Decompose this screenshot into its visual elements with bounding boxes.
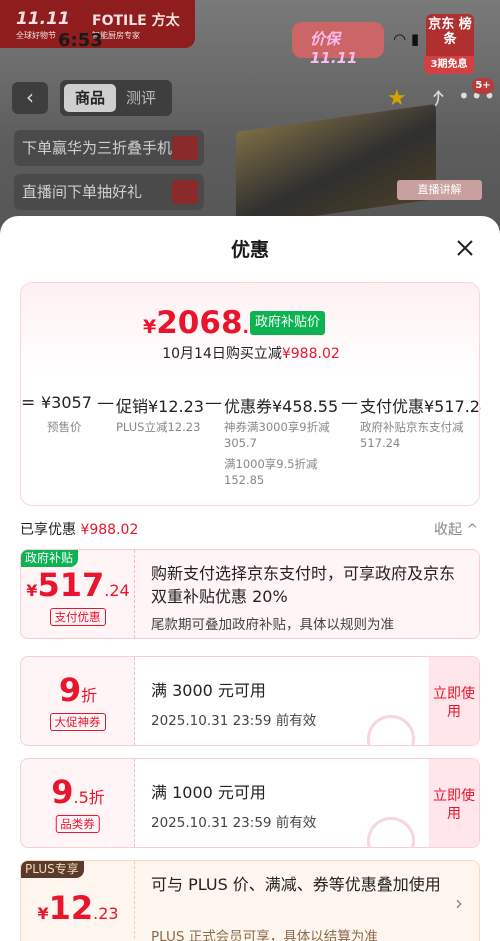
coupon-card-category[interactable]: 9.5折 品类券 满 1000 元可用 2025.10.31 23:59 前有效… — [20, 758, 480, 848]
coupon-detail-panel: 可与 PLUS 价、满减、券等优惠叠加使用 PLUS 正式会员可享，具体以结算为… — [135, 861, 479, 941]
coupon-desc: PLUS 正式会员可享，具体以结算为准 — [151, 929, 378, 941]
coupon-sub-1b: 305.7 — [224, 436, 257, 450]
promo-text: 直播间下单抽好礼 — [22, 183, 143, 201]
coupon-title: 可与 PLUS 价、满减、券等优惠叠加使用 — [151, 875, 441, 894]
coupon-card-mega-promo[interactable]: 9折 大促神券 满 3000 元可用 2025.10.31 23:59 前有效 … — [20, 656, 480, 746]
pay-sub-1: 政府补贴京东支付减 — [360, 420, 464, 434]
price-guard-badge: 价保11.11 — [292, 22, 384, 67]
close-icon[interactable] — [451, 234, 479, 262]
enjoyed-discount: 已享优惠 ¥988.02 — [20, 519, 138, 539]
product-page-background: 11.11 全球好物节 FOTILE 方太 智能厨房专家 6:53 价保11.1… — [0, 0, 500, 240]
coupon-title: 满 1000 元可用 — [151, 783, 266, 802]
buy-savings-amount: ¥988.02 — [281, 346, 340, 362]
message-count-badge: 5+ — [472, 78, 494, 94]
coupon-card-plus[interactable]: PLUS专享 ¥12.23 可与 PLUS 价、满减、券等优惠叠加使用 PLUS… — [20, 860, 480, 941]
equals-sign: = — [21, 393, 36, 413]
coupon-desc: 尾款期可叠加政府补贴，具体以规则为准 — [151, 617, 394, 633]
coupon-amount-dec: .24 — [104, 581, 130, 600]
coupon-sub-1a: 神券满3000享9折减 — [224, 420, 330, 434]
collapse-button[interactable]: 收起 ^ — [434, 519, 478, 539]
coupon-corner-tag: PLUS专享 — [21, 861, 84, 878]
coupon-corner-tag: 政府补贴 — [21, 550, 79, 567]
promo-text: 下单赢华为三折叠手机 — [22, 139, 173, 157]
coupon-amount-int: 9 — [58, 671, 82, 709]
coupon-amount: 9.5折 — [21, 773, 135, 811]
coupon-amount: 9折 — [21, 671, 135, 709]
use-now-button[interactable]: 立即使用 — [429, 759, 479, 847]
brand-logo-sub: 全球好物节 — [16, 31, 56, 40]
presale-label: 预售价 — [47, 420, 82, 434]
pay-value: 支付优惠¥517.24 — [360, 397, 481, 416]
coupon-detail-panel: 购新支付选择京东支付时，可享政府及京东双重补贴优惠 20% 尾款期可叠加政府补贴… — [135, 550, 479, 638]
brand-name: FOTILE 方太 — [92, 13, 180, 29]
coupon-amount: ¥12.23 — [21, 889, 135, 927]
coupon-amount-panel: 政府补贴 ¥517.24 支付优惠 — [21, 550, 135, 638]
enjoyed-label: 已享优惠 — [20, 522, 76, 538]
favorite-star-icon[interactable]: ★ — [387, 86, 407, 111]
promo-sub: PLUS立减12.23 — [116, 420, 201, 434]
currency-symbol: ¥ — [37, 904, 49, 923]
tab-product[interactable]: 商品 — [64, 84, 116, 112]
discount-sheet: 优惠 ¥2068.98 政府补贴价 10月14日购买立减¥988.02 = ¥3… — [0, 216, 500, 941]
price-formula: = ¥3057 预售价 — 促销¥12.23 PLUS立减12.23 — 优惠券… — [21, 393, 481, 503]
coupon-type-label: 支付优惠 — [49, 608, 106, 626]
status-time: 6:53 — [58, 30, 103, 51]
currency-symbol: ¥ — [143, 316, 157, 338]
coupon-amount-int: 9 — [51, 773, 74, 811]
promo-value: 促销¥12.23 — [116, 397, 204, 416]
minus-sign: — — [205, 393, 222, 413]
tab-review[interactable]: 测评 — [126, 84, 156, 112]
coupon-type-label: 品类券 — [55, 815, 100, 833]
coupon-desc: 2025.10.31 23:59 前有效 — [151, 815, 317, 831]
use-now-button[interactable]: 立即使用 — [429, 657, 479, 745]
buy-savings-line: 10月14日购买立减¥988.02 — [21, 343, 481, 363]
phone-thumbnail-icon — [172, 136, 198, 160]
gov-subsidy-tag: 政府补贴价 — [250, 311, 326, 335]
coupon-detail-panel: 满 3000 元可用 2025.10.31 23:59 前有效 立即使用 — [135, 657, 479, 745]
coupon-card-gov-subsidy[interactable]: 政府补贴 ¥517.24 支付优惠 购新支付选择京东支付时，可享政府及京东双重补… — [20, 549, 480, 639]
coupon-amount-int: 517 — [37, 566, 105, 604]
page-tabs: 商品 测评 — [60, 80, 172, 116]
minus-sign: — — [341, 393, 358, 413]
coupon-amount-panel: 9.5折 品类券 — [21, 759, 135, 847]
coupon-sub-2b: 152.85 — [224, 473, 265, 487]
coupon-amount-unit: 折 — [81, 686, 98, 705]
coupon-amount-int: 12 — [48, 889, 94, 927]
coupon-amount: ¥517.24 — [21, 566, 135, 604]
coupon-type-label: 大促神券 — [49, 713, 106, 731]
chevron-right-icon[interactable]: › — [455, 891, 463, 915]
live-explain-badge[interactable]: 直播讲解 — [397, 180, 482, 200]
promo-banner-phone[interactable]: 下单赢华为三折叠手机 — [14, 130, 204, 166]
coupon-amount-unit: 折 — [88, 788, 105, 807]
live-thumbnail-icon — [172, 180, 198, 204]
sheet-title: 优惠 — [230, 239, 269, 261]
currency-symbol: ¥ — [26, 581, 38, 600]
chevron-left-icon: ‹ — [26, 85, 34, 109]
used-stamp-icon — [367, 715, 415, 745]
coupon-amount-dec: .5 — [73, 788, 89, 807]
buy-savings-prefix: 10月14日购买立减 — [162, 346, 282, 362]
coupon-title: 满 3000 元可用 — [151, 681, 266, 700]
coupon-amount-panel: PLUS专享 ¥12.23 — [21, 861, 135, 941]
coupon-desc: 2025.10.31 23:59 前有效 — [151, 713, 317, 729]
coupon-amount-dec: .23 — [93, 904, 119, 923]
enjoyed-amount: ¥988.02 — [80, 522, 139, 538]
wifi-icon: ◠ ▮ — [393, 30, 420, 48]
installment-badge: 3期免息 — [424, 56, 474, 74]
brand-logo: 11.11 — [16, 9, 70, 29]
product-image — [236, 103, 436, 228]
used-stamp-icon — [367, 817, 415, 847]
final-price-integer: 2068 — [156, 305, 243, 341]
coupon-amount-panel: 9折 大促神券 — [21, 657, 135, 745]
price-summary-card: ¥2068.98 政府补贴价 10月14日购买立减¥988.02 = ¥3057… — [20, 282, 481, 506]
coupon-value: 优惠券¥458.55 — [224, 397, 339, 416]
minus-sign: — — [97, 393, 114, 413]
promo-banner-live[interactable]: 直播间下单抽好礼 — [14, 174, 204, 210]
coupon-sub-2a: 满1000享9.5折减 — [224, 457, 318, 471]
coupon-detail-panel: 满 1000 元可用 2025.10.31 23:59 前有效 立即使用 — [135, 759, 479, 847]
coupon-title: 购新支付选择京东支付时，可享政府及京东双重补贴优惠 20% — [151, 564, 456, 606]
presale-value: ¥3057 — [41, 393, 92, 412]
pay-sub-2: 517.24 — [360, 436, 401, 450]
back-button[interactable]: ‹ — [12, 82, 48, 114]
